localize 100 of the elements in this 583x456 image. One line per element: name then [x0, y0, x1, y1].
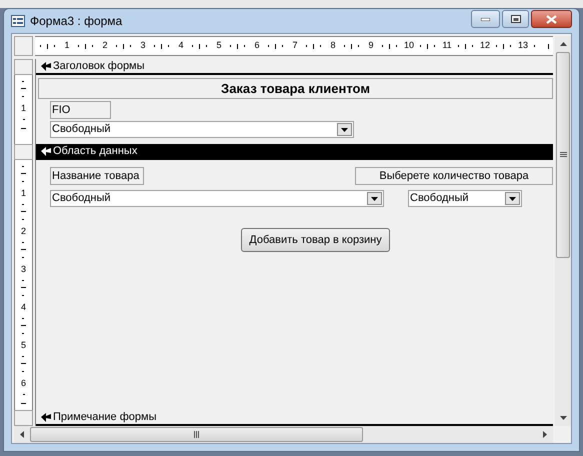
vertical-scrollbar[interactable]: [555, 36, 571, 426]
ruler-number: 4: [177, 39, 184, 52]
combo-value: Свободный: [410, 191, 469, 206]
close-icon: [546, 14, 557, 24]
ruler-number: 5: [20, 340, 26, 350]
ruler-tick: [40, 45, 41, 47]
horizontal-scrollbar[interactable]: [14, 426, 553, 443]
section-bar[interactable]: Область данных: [36, 144, 553, 160]
scrollbar-thumb[interactable]: [556, 52, 570, 258]
section-title: Заголовок формы: [53, 58, 145, 74]
ruler-tick: [237, 44, 238, 48]
ruler-tick: [130, 45, 131, 47]
ruler-number: 9: [367, 39, 374, 52]
ruler-tick: [168, 45, 169, 47]
section-title: Область данных: [53, 144, 138, 159]
ruler-number: 1: [63, 39, 70, 52]
ruler-number: 3: [139, 39, 146, 52]
ruler-tick: [458, 45, 459, 47]
combo-value: Свободный: [52, 122, 111, 138]
window-title: Форма3 : форма: [30, 13, 124, 30]
field-label: FIO: [50, 101, 111, 119]
ruler-tick: [351, 44, 352, 48]
ruler-tick: [47, 44, 48, 48]
ruler-tick: [503, 44, 504, 48]
ruler-tick: [465, 44, 466, 48]
ruler-tick: [344, 45, 345, 47]
ruler-tick: [275, 44, 276, 48]
ruler-tick: [358, 45, 359, 47]
section-arrow-icon: [41, 146, 51, 156]
ruler-tick: [21, 128, 26, 129]
ruler-tick: [427, 44, 428, 48]
combo-box[interactable]: Свободный: [50, 190, 384, 207]
ruler-tick: [85, 44, 86, 48]
section-arrow-icon: [41, 412, 51, 422]
combo-value: Свободный: [52, 191, 111, 206]
grip-icon: [560, 152, 566, 158]
ruler-tick: [92, 45, 93, 47]
ruler-tick: [510, 45, 511, 47]
restore-icon: [510, 15, 520, 23]
dropdown-arrow-icon: [509, 196, 516, 200]
ruler-number: 8: [329, 39, 336, 52]
dropdown-button[interactable]: [367, 192, 382, 205]
ruler-number: 10: [403, 39, 415, 52]
section-bar[interactable]: Заголовок формы: [36, 59, 553, 75]
ruler-number: 12: [479, 39, 491, 52]
form-title-label: Заказ товара клиентом: [38, 78, 553, 99]
ruler-tick: [20, 363, 26, 364]
ruler-tick: [20, 249, 26, 250]
ruler-tick: [154, 45, 155, 47]
ruler-tick: [420, 45, 421, 47]
ruler-tick: [389, 44, 390, 48]
ruler-tick: [230, 45, 231, 47]
section-arrow-icon: [41, 62, 51, 70]
ruler-tick: [199, 44, 200, 48]
ruler-tick: [268, 45, 269, 47]
ruler-number: 7: [291, 39, 298, 52]
ruler-number: 6: [20, 378, 26, 388]
ruler-tick: [21, 403, 26, 404]
ruler-tick: [313, 44, 314, 48]
section-bar[interactable]: Примечание формы: [36, 410, 553, 426]
ruler-number: 1: [20, 188, 26, 198]
field-label: Выберете количество товара: [355, 167, 553, 185]
ruler-tick: [472, 45, 473, 47]
ruler-tick: [20, 88, 26, 90]
ruler-tick: [206, 45, 207, 47]
ruler-tick: [306, 45, 307, 47]
ruler-number: 3: [20, 264, 26, 274]
ruler-number: 11: [441, 39, 453, 52]
ruler-tick: [496, 45, 497, 47]
ruler-tick: [434, 45, 435, 47]
close-button[interactable]: [531, 10, 572, 28]
ruler-tick: [320, 45, 321, 47]
minimize-icon: [481, 18, 490, 20]
ruler-tick: [78, 45, 79, 47]
scrollbar-thumb[interactable]: [30, 427, 363, 442]
grip-icon: [194, 431, 200, 438]
ruler-tick: [116, 45, 117, 47]
ruler-tick: [192, 45, 193, 47]
ruler-tick: [534, 45, 535, 47]
maximize-button[interactable]: [502, 10, 529, 28]
ruler-tick: [20, 325, 26, 326]
ruler-tick: [123, 44, 124, 48]
ruler-tick: [20, 287, 26, 288]
field-label: Название товара: [50, 167, 144, 185]
ruler-tick: [548, 44, 549, 48]
ruler-tick: [54, 45, 55, 47]
minimize-button[interactable]: [471, 10, 500, 28]
ruler-tick: [20, 211, 26, 212]
combo-box[interactable]: Свободный: [408, 190, 522, 207]
combo-box[interactable]: Свободный: [50, 121, 354, 138]
ruler-number: 1: [20, 102, 26, 113]
ruler-number: 2: [101, 39, 108, 52]
ruler-number: 5: [215, 39, 222, 52]
dropdown-button[interactable]: [337, 123, 352, 136]
ruler-tick: [161, 44, 162, 48]
dropdown-button[interactable]: [505, 192, 520, 205]
ruler-tick: [396, 45, 397, 47]
add-to-cart-button[interactable]: Добавить товар в корзину: [241, 228, 390, 252]
dropdown-arrow-icon: [371, 196, 378, 200]
ruler-tick: [20, 173, 26, 174]
